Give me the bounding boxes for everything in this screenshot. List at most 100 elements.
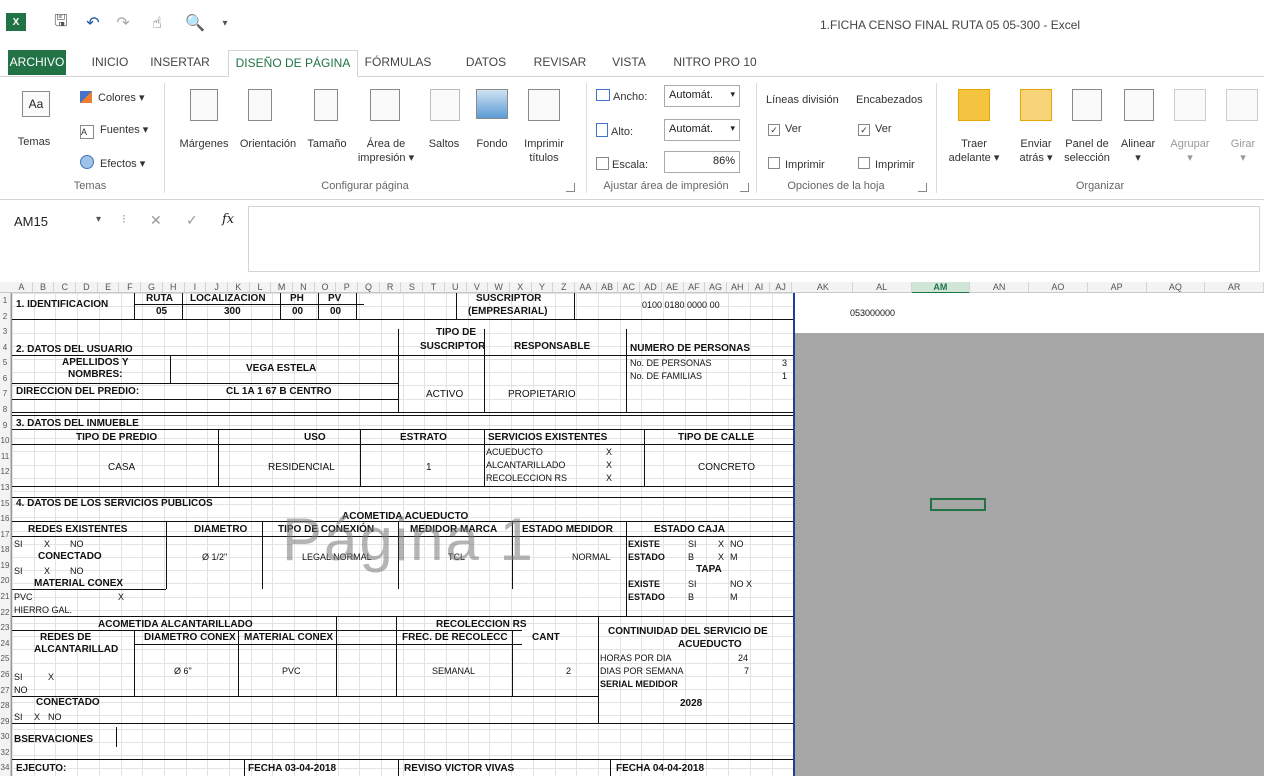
row-header[interactable]: 18 [0, 542, 10, 558]
customize-qat-icon[interactable]: ▾ [214, 12, 236, 34]
tab-insertar[interactable]: INSERTAR [148, 50, 212, 75]
row-header[interactable]: 19 [0, 558, 10, 574]
column-header[interactable]: AE [662, 282, 684, 292]
row-header[interactable]: 23 [0, 620, 10, 636]
row-header[interactable]: 17 [0, 527, 10, 543]
row-header[interactable]: 15 [0, 496, 10, 512]
fonts-button[interactable]: A Fuentes ▾ [80, 123, 148, 139]
column-header[interactable]: W [488, 282, 510, 292]
group-button[interactable]: Agrupar ▾ [1166, 137, 1214, 165]
row-header[interactable]: 22 [0, 605, 10, 621]
column-header[interactable]: AQ [1147, 282, 1206, 292]
save-icon[interactable]: 🖫 [50, 12, 72, 34]
background-button[interactable]: Fondo [472, 137, 512, 151]
row-header[interactable]: 13 [0, 480, 10, 496]
column-header[interactable]: AR [1205, 282, 1264, 292]
gridlines-view-checkbox[interactable]: ✓ Ver [768, 123, 802, 136]
row-header[interactable]: 4 [0, 340, 10, 356]
touch-mode-icon[interactable]: ☝ [146, 12, 168, 34]
column-header[interactable]: A [11, 282, 33, 292]
colors-button[interactable]: Colores ▾ [80, 91, 144, 105]
column-header[interactable]: AB [597, 282, 619, 292]
tab-nitro-pro[interactable]: NITRO PRO 10 [668, 50, 762, 75]
name-box[interactable]: AM15 [8, 210, 128, 234]
undo-icon[interactable]: ↶ [82, 12, 104, 34]
column-header[interactable]: AJ [770, 282, 792, 292]
config-launcher-icon[interactable] [566, 183, 575, 192]
row-header[interactable]: 11 [0, 449, 10, 465]
column-header[interactable]: T [423, 282, 445, 292]
row-header[interactable]: 30 [0, 729, 10, 745]
column-header[interactable]: I [185, 282, 207, 292]
row-header[interactable]: 12 [0, 464, 10, 480]
row-header[interactable]: 10 [0, 433, 10, 449]
column-header[interactable]: AN [970, 282, 1029, 292]
scale-input[interactable]: 86% [664, 151, 740, 173]
height-dropdown[interactable]: Automát. ▾ [664, 119, 740, 141]
margins-button[interactable]: Márgenes [172, 137, 236, 151]
column-header[interactable]: AI [749, 282, 771, 292]
chevron-down-icon[interactable]: ▾ [96, 214, 101, 225]
print-area-button[interactable]: Área de impresión ▾ [356, 137, 416, 165]
column-header[interactable]: R [380, 282, 402, 292]
column-header[interactable]: K [228, 282, 250, 292]
headings-print-checkbox[interactable]: Imprimir [858, 157, 915, 171]
column-header[interactable]: P [336, 282, 359, 292]
column-header[interactable]: H [163, 282, 185, 292]
bring-forward-button[interactable]: Traer adelante ▾ [944, 137, 1004, 165]
column-header[interactable]: C [54, 282, 77, 292]
column-header[interactable]: M [271, 282, 294, 292]
selection-pane-button[interactable]: Panel de selección [1062, 137, 1112, 165]
column-header[interactable]: Z [553, 282, 576, 292]
print-titles-button[interactable]: Imprimir títulos [514, 137, 574, 165]
column-header[interactable]: F [119, 282, 142, 292]
column-header[interactable]: V [467, 282, 489, 292]
row-header[interactable]: 34 [0, 760, 10, 776]
tab-archivo[interactable]: ARCHIVO [8, 50, 66, 75]
row-header[interactable]: 29 [0, 714, 10, 730]
active-cell[interactable] [930, 498, 986, 511]
themes-button[interactable]: Temas [14, 135, 54, 149]
row-header[interactable]: 26 [0, 667, 10, 683]
width-dropdown[interactable]: Automát. ▾ [664, 85, 740, 107]
redo-icon[interactable]: ↷ [112, 12, 134, 34]
column-header[interactable]: AC [618, 282, 641, 292]
tab-revisar[interactable]: REVISAR [530, 50, 590, 75]
column-header[interactable]: X [510, 282, 532, 292]
orientation-button[interactable]: Orientación [232, 137, 304, 151]
formula-input[interactable] [248, 206, 1260, 272]
row-header[interactable]: 2 [0, 309, 10, 325]
column-header[interactable]: S [402, 282, 424, 292]
column-header[interactable]: O [315, 282, 337, 292]
column-header[interactable]: AK [794, 282, 853, 292]
tab-datos[interactable]: DATOS [460, 50, 512, 75]
column-header[interactable]: AP [1088, 282, 1147, 292]
cancel-icon[interactable]: ✕ [150, 212, 162, 229]
row-header[interactable]: 21 [0, 589, 10, 605]
gridlines-print-checkbox[interactable]: Imprimir [768, 157, 825, 171]
tab-vista[interactable]: VISTA [606, 50, 652, 75]
row-header[interactable]: 20 [0, 573, 10, 589]
print-preview-icon[interactable]: 🔍 [184, 12, 206, 34]
row-header[interactable]: 6 [0, 371, 10, 387]
row-header[interactable]: 32 [0, 745, 10, 761]
row-header[interactable]: 9 [0, 418, 10, 434]
size-button[interactable]: Tamaño [302, 137, 352, 151]
column-header[interactable]: U [445, 282, 467, 292]
row-header[interactable]: 24 [0, 636, 10, 652]
row-header[interactable]: 5 [0, 355, 10, 371]
function-icon[interactable]: fx [222, 212, 234, 227]
column-header[interactable]: AG [705, 282, 727, 292]
column-header[interactable]: AH [727, 282, 749, 292]
column-header[interactable]: L [250, 282, 272, 292]
row-header[interactable]: 28 [0, 698, 10, 714]
row-header[interactable]: 3 [0, 324, 10, 340]
column-header[interactable]: N [293, 282, 315, 292]
effects-button[interactable]: Efectos ▾ [80, 155, 145, 171]
row-header[interactable]: 27 [0, 683, 10, 699]
column-header[interactable]: G [141, 282, 163, 292]
opciones-launcher-icon[interactable] [918, 183, 927, 192]
row-header[interactable]: 16 [0, 511, 10, 527]
tab-diseno-de-pagina[interactable]: DISEÑO DE PÁGINA [228, 50, 358, 77]
column-header[interactable]: Y [532, 282, 554, 292]
